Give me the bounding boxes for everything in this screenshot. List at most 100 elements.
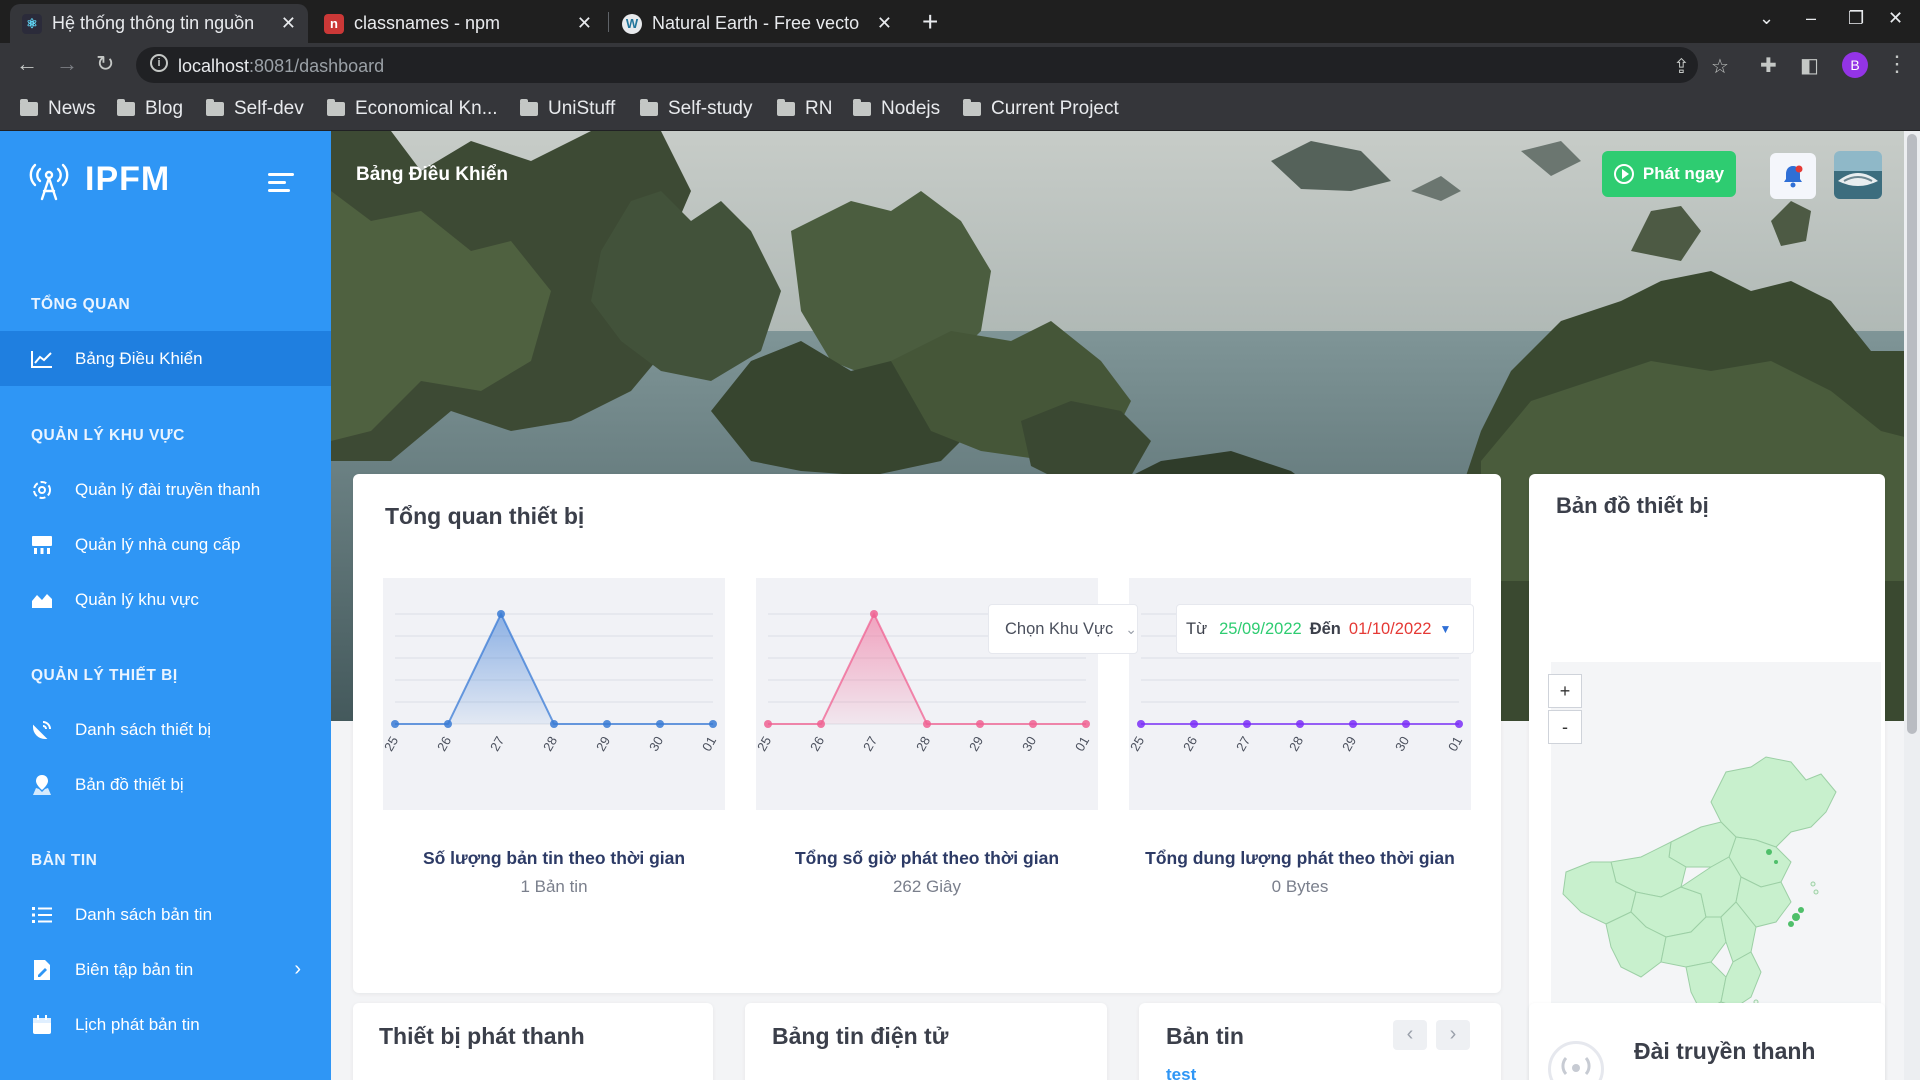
menu-kebab-icon[interactable]: ⋮ [1886,51,1908,77]
zoom-in-button[interactable]: + [1548,674,1582,708]
edit-document-icon [31,959,53,981]
close-window-icon[interactable]: ✕ [1888,8,1903,29]
caret-down-icon: ▼ [1439,622,1452,636]
data-point[interactable] [444,720,452,728]
sidebar-item-label: Danh sách thiết bị [75,719,212,739]
chart-news-count: 25 26 27 28 29 30 01 [381,578,725,810]
bookmark-economical[interactable]: Economical Kn... [327,98,498,120]
sidebar-item-device-map[interactable]: Bản đồ thiết bị [0,757,331,812]
extensions-icon[interactable]: ✚ [1760,53,1777,78]
app-root: IPFM TỔNG QUAN Bảng Điều Khiển QUẢN LÝ K… [0,131,1920,1080]
data-point[interactable] [709,720,717,728]
data-point[interactable] [603,720,611,728]
x-tick-label: 25 [756,734,774,754]
broadcast-devices-title: Thiết bị phát thanh [379,1023,585,1049]
data-point[interactable] [1402,720,1410,728]
close-tab-icon[interactable]: ✕ [877,13,892,34]
new-tab-icon[interactable]: + [922,6,938,38]
news-prev-button[interactable]: ‹ [1393,1020,1427,1050]
bookmark-nodejs[interactable]: Nodejs [853,98,940,120]
x-tick-label: 25 [1129,734,1147,754]
data-point[interactable] [391,720,399,728]
url-text[interactable]: localhost:8081/dashboard [178,56,384,77]
data-point[interactable] [817,720,825,728]
chart-caption-broadcast-volume: Tổng dung lượng phát theo thời gian 0 By… [1129,848,1471,897]
data-point[interactable] [1243,720,1251,728]
data-point[interactable] [1349,720,1357,728]
data-point[interactable] [870,610,878,618]
folder-icon [327,99,345,116]
notification-button[interactable] [1770,153,1816,199]
sidebar-item-label: Bảng Điều Khiển [75,348,203,368]
bookmark-label: Self-dev [234,98,304,119]
data-point[interactable] [1296,720,1304,728]
brand-logo[interactable]: IPFM [27,157,170,201]
date-range-picker[interactable]: Từ 25/09/2022 Đến 01/10/2022 ▼ [1176,604,1474,654]
page-scrollbar-thumb[interactable] [1907,134,1917,734]
bookmark-blog[interactable]: Blog [117,98,183,120]
date-from-label: Từ [1186,619,1208,638]
forward-icon[interactable]: → [56,51,78,77]
news-next-button[interactable]: › [1436,1020,1470,1050]
bookmark-rn[interactable]: RN [777,98,832,120]
sidebar-item-news-schedule[interactable]: Lịch phát bản tin [0,997,331,1052]
bookmark-star-icon[interactable]: ☆ [1711,54,1729,79]
bookmark-current-project[interactable]: Current Project [963,98,1119,120]
address-bar[interactable]: i localhost:8081/dashboard ⇪ ☆ [136,47,1729,83]
reload-icon[interactable]: ↻ [96,51,114,77]
folder-icon [777,99,795,116]
data-point[interactable] [1455,720,1463,728]
data-point[interactable] [1029,720,1037,728]
chart-caption-value: 1 Bản tin [520,877,588,896]
sidebar-item-news-list[interactable]: Danh sách bản tin [0,887,331,942]
data-point[interactable] [1082,720,1090,728]
bookmark-news[interactable]: News [20,98,96,120]
bookmark-unistuff[interactable]: UniStuff [520,98,615,120]
bookmark-self-dev[interactable]: Self-dev [206,98,304,120]
broadcast-now-button[interactable]: Phát ngay [1602,151,1736,197]
side-panel-icon[interactable]: ◧ [1800,53,1819,78]
tab-search-icon[interactable]: ⌄ [1759,8,1774,29]
share-icon[interactable]: ⇪ [1673,54,1690,79]
sidebar-item-label: Biên tập bản tin [75,959,194,979]
area-select[interactable]: Chọn Khu Vực ⌄ [988,604,1138,654]
zoom-out-button[interactable]: - [1548,710,1582,744]
user-avatar[interactable] [1834,151,1882,199]
area-select-value: Chọn Khu Vực [1005,619,1114,638]
x-tick-label: 26 [807,734,827,754]
tab-classnames[interactable]: n classnames - npm ✕ [312,4,604,43]
data-point[interactable] [1137,720,1145,728]
folder-icon [963,99,981,116]
profile-avatar[interactable]: B [1842,52,1868,78]
back-icon[interactable]: ← [16,51,38,77]
data-point[interactable] [1190,720,1198,728]
bookmark-self-study[interactable]: Self-study [640,98,752,120]
data-point[interactable] [656,720,664,728]
close-tab-icon[interactable]: ✕ [577,13,592,34]
data-point[interactable] [497,610,505,618]
data-point[interactable] [550,720,558,728]
data-point[interactable] [764,720,772,728]
sidebar-item-radio-stations[interactable]: Quản lý đài truyền thanh [0,462,331,517]
tab-ipfm[interactable]: ⚛ Hệ thống thông tin nguồn ✕ [10,4,308,43]
restore-icon[interactable]: ❐ [1848,8,1864,29]
sidebar-item-device-list[interactable]: Danh sách thiết bị [0,702,331,757]
data-point[interactable] [976,720,984,728]
browser-toolbar: ← → ↻ i localhost:8081/dashboard ⇪ ☆ ✚ ◧… [0,43,1920,87]
section-title-area: QUẢN LÝ KHU VỰC [31,427,185,444]
x-tick-label: 25 [383,734,401,754]
sidebar-item-news-editor[interactable]: Biên tập bản tin › [0,942,331,997]
close-tab-icon[interactable]: ✕ [281,13,296,34]
site-info-icon[interactable]: i [150,54,168,72]
menu-toggle-icon[interactable] [268,173,294,197]
sidebar-item-areas[interactable]: Quản lý khu vực [0,572,331,627]
minimize-icon[interactable]: – [1806,8,1816,29]
sidebar-item-dashboard[interactable]: Bảng Điều Khiển [0,331,331,386]
sidebar-item-providers[interactable]: Quản lý nhà cung cấp [0,517,331,572]
news-item-link[interactable]: test [1166,1065,1196,1080]
sidebar-item-label: Lịch phát bản tin [75,1014,200,1034]
series-area [395,614,713,724]
tab-natural-earth[interactable]: W Natural Earth - Free vecto ✕ [610,4,904,43]
chart-caption-broadcast-hours: Tổng số giờ phát theo thời gian 262 Giây [756,848,1098,897]
data-point[interactable] [923,720,931,728]
